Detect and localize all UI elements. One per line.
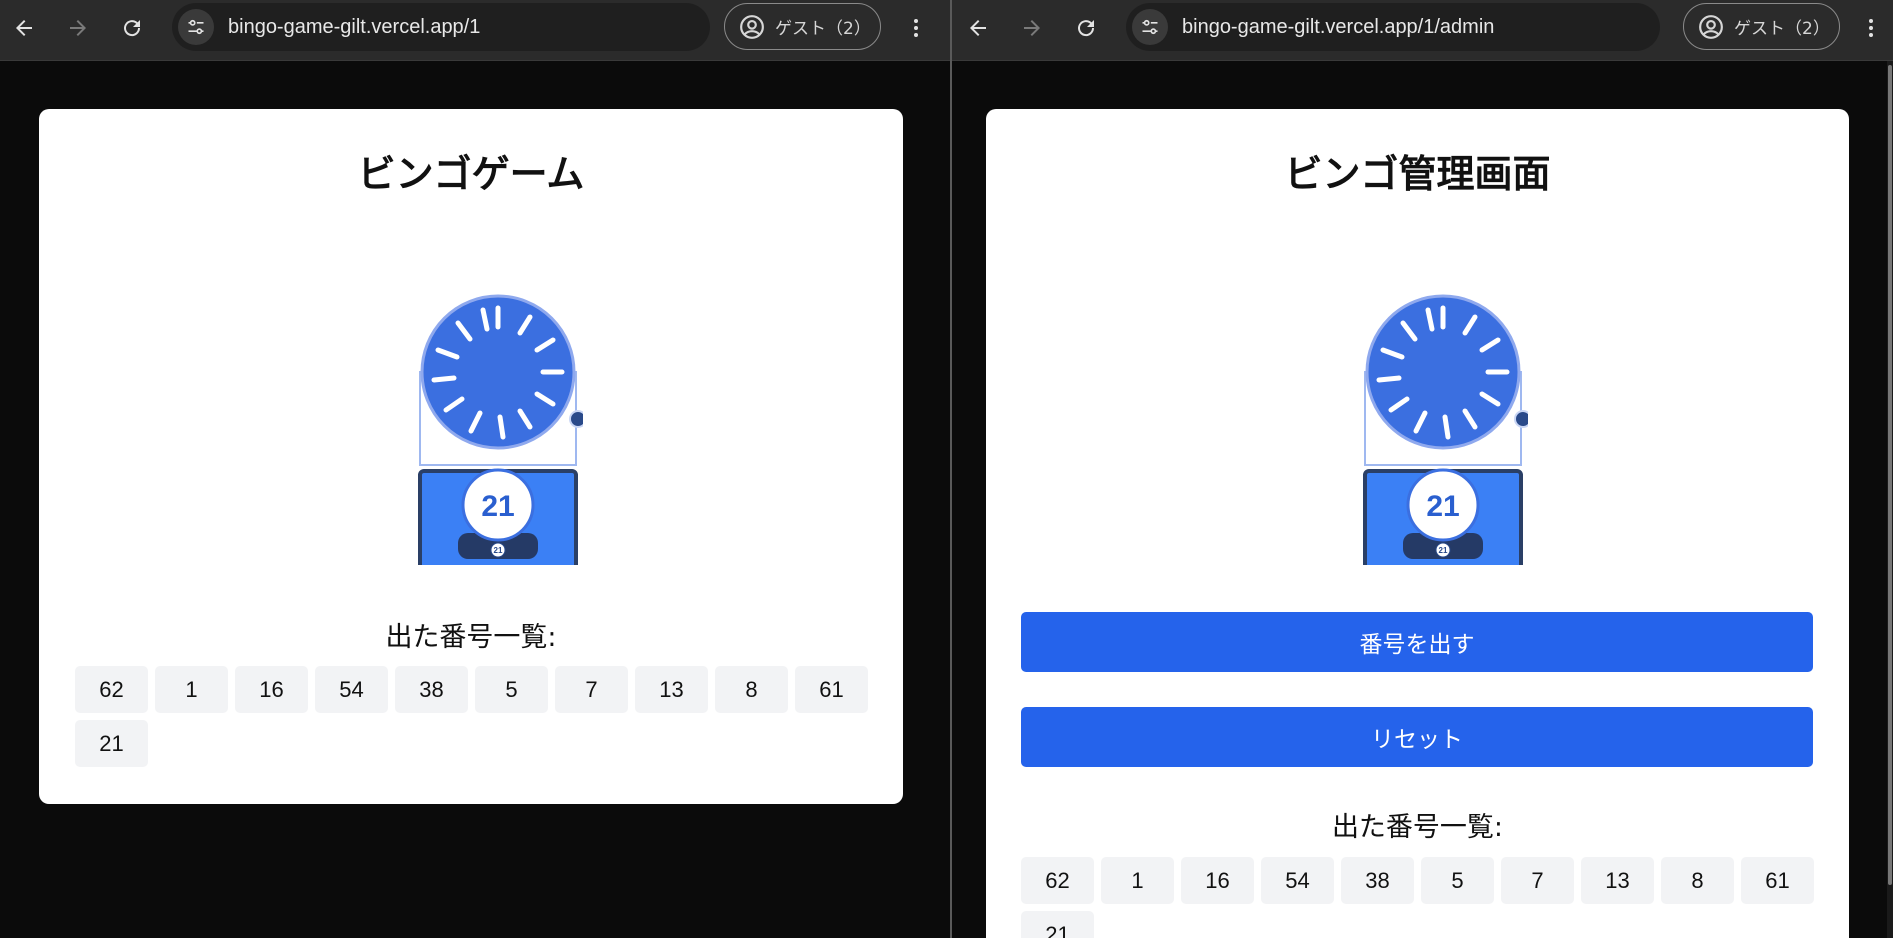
right-browser-window: bingo-game-gilt.vercel.app/1/admin ゲスト（2… xyxy=(950,0,1893,938)
drawn-numbers-grid: 62 1 16 54 38 5 7 13 8 61 21 xyxy=(1021,857,1814,938)
drawn-number: 5 xyxy=(1421,857,1494,904)
drawn-numbers-title: 出た番号一覧: xyxy=(1331,812,1504,843)
more-vertical-icon xyxy=(1869,19,1873,37)
drawn-number: 8 xyxy=(1661,857,1734,904)
site-info-button[interactable] xyxy=(178,9,214,45)
more-vertical-icon xyxy=(914,19,918,37)
current-number: 21 xyxy=(481,490,514,523)
site-info-button[interactable] xyxy=(1132,9,1168,45)
profile-button[interactable]: ゲスト（2） xyxy=(1683,3,1840,50)
browser-toolbar: bingo-game-gilt.vercel.app/1 ゲスト（2） xyxy=(0,0,950,61)
drawn-number: 16 xyxy=(1181,857,1254,904)
small-ball-number: 21 xyxy=(1439,546,1448,555)
machine-handle xyxy=(569,410,583,428)
address-bar[interactable]: bingo-game-gilt.vercel.app/1 xyxy=(172,3,710,51)
drawn-numbers-grid: 62 1 16 54 38 5 7 13 8 61 21 xyxy=(75,666,868,767)
draw-number-button[interactable]: 番号を出す xyxy=(1021,612,1813,672)
drawn-number: 21 xyxy=(75,720,148,767)
left-browser-window: bingo-game-gilt.vercel.app/1 ゲスト（2） ビンゴゲ… xyxy=(0,0,950,938)
admin-card: ビンゴ管理画面 21 21 番号を出す リセット 出た番号一覧: 62 1 16… xyxy=(986,109,1849,938)
drawn-numbers-title: 出た番号一覧: xyxy=(385,622,557,653)
forward-button[interactable] xyxy=(60,10,96,46)
machine-handle xyxy=(1514,410,1528,428)
arrow-right-icon xyxy=(70,20,86,36)
profile-button[interactable]: ゲスト（2） xyxy=(724,3,881,50)
profile-label: ゲスト（2） xyxy=(775,19,871,39)
current-number: 21 xyxy=(1426,490,1459,523)
url-text[interactable]: bingo-game-gilt.vercel.app/1 xyxy=(228,16,480,39)
drawn-number: 62 xyxy=(1021,857,1094,904)
drawn-number: 7 xyxy=(1501,857,1574,904)
arrow-left-icon xyxy=(16,20,32,36)
browser-toolbar: bingo-game-gilt.vercel.app/1/admin ゲスト（2… xyxy=(952,0,1893,61)
drawn-number: 7 xyxy=(555,666,628,713)
browser-menu-button[interactable] xyxy=(1856,10,1886,46)
bingo-machine: 21 21 xyxy=(1363,294,1528,565)
drawn-number: 54 xyxy=(315,666,388,713)
forward-button[interactable] xyxy=(1014,10,1050,46)
reload-button[interactable] xyxy=(114,10,150,46)
drawn-number: 38 xyxy=(1341,857,1414,904)
address-bar[interactable]: bingo-game-gilt.vercel.app/1/admin xyxy=(1126,3,1660,51)
drawn-number: 62 xyxy=(75,666,148,713)
reload-icon xyxy=(1078,20,1095,37)
tune-icon xyxy=(188,19,204,35)
arrow-right-icon xyxy=(1024,20,1040,36)
account-circle-icon xyxy=(1699,14,1723,39)
drawn-number: 1 xyxy=(155,666,228,713)
small-ball-number: 21 xyxy=(494,546,503,555)
page-title: ビンゴゲーム xyxy=(357,152,585,196)
back-button[interactable] xyxy=(960,10,996,46)
url-text[interactable]: bingo-game-gilt.vercel.app/1/admin xyxy=(1182,16,1494,39)
account-circle-icon xyxy=(740,14,764,39)
scrollbar-thumb[interactable] xyxy=(1888,65,1892,885)
page-title: ビンゴ管理画面 xyxy=(1284,152,1551,196)
drawn-number: 5 xyxy=(475,666,548,713)
drawn-number: 21 xyxy=(1021,911,1094,938)
reload-button[interactable] xyxy=(1068,10,1104,46)
drawn-number: 13 xyxy=(1581,857,1654,904)
page-scrollbar[interactable] xyxy=(1887,61,1893,938)
drawn-number: 1 xyxy=(1101,857,1174,904)
drawn-number: 61 xyxy=(1741,857,1814,904)
drawn-number: 13 xyxy=(635,666,708,713)
tune-icon xyxy=(1142,19,1158,35)
reset-button[interactable]: リセット xyxy=(1021,707,1813,767)
drawn-number: 16 xyxy=(235,666,308,713)
drawn-number: 61 xyxy=(795,666,868,713)
reload-icon xyxy=(124,20,141,37)
arrow-left-icon xyxy=(970,20,986,36)
drawn-number: 38 xyxy=(395,666,468,713)
drawn-number: 8 xyxy=(715,666,788,713)
profile-label: ゲスト（2） xyxy=(1734,19,1830,39)
bingo-card: ビンゴゲーム 21 21 出た番号一覧: 62 1 16 54 38 5 7 1… xyxy=(39,109,903,804)
browser-menu-button[interactable] xyxy=(901,10,931,46)
drawn-number: 54 xyxy=(1261,857,1334,904)
back-button[interactable] xyxy=(6,10,42,46)
bingo-machine: 21 21 xyxy=(418,294,583,565)
screen: bingo-game-gilt.vercel.app/1 ゲスト（2） ビンゴゲ… xyxy=(0,0,1893,938)
